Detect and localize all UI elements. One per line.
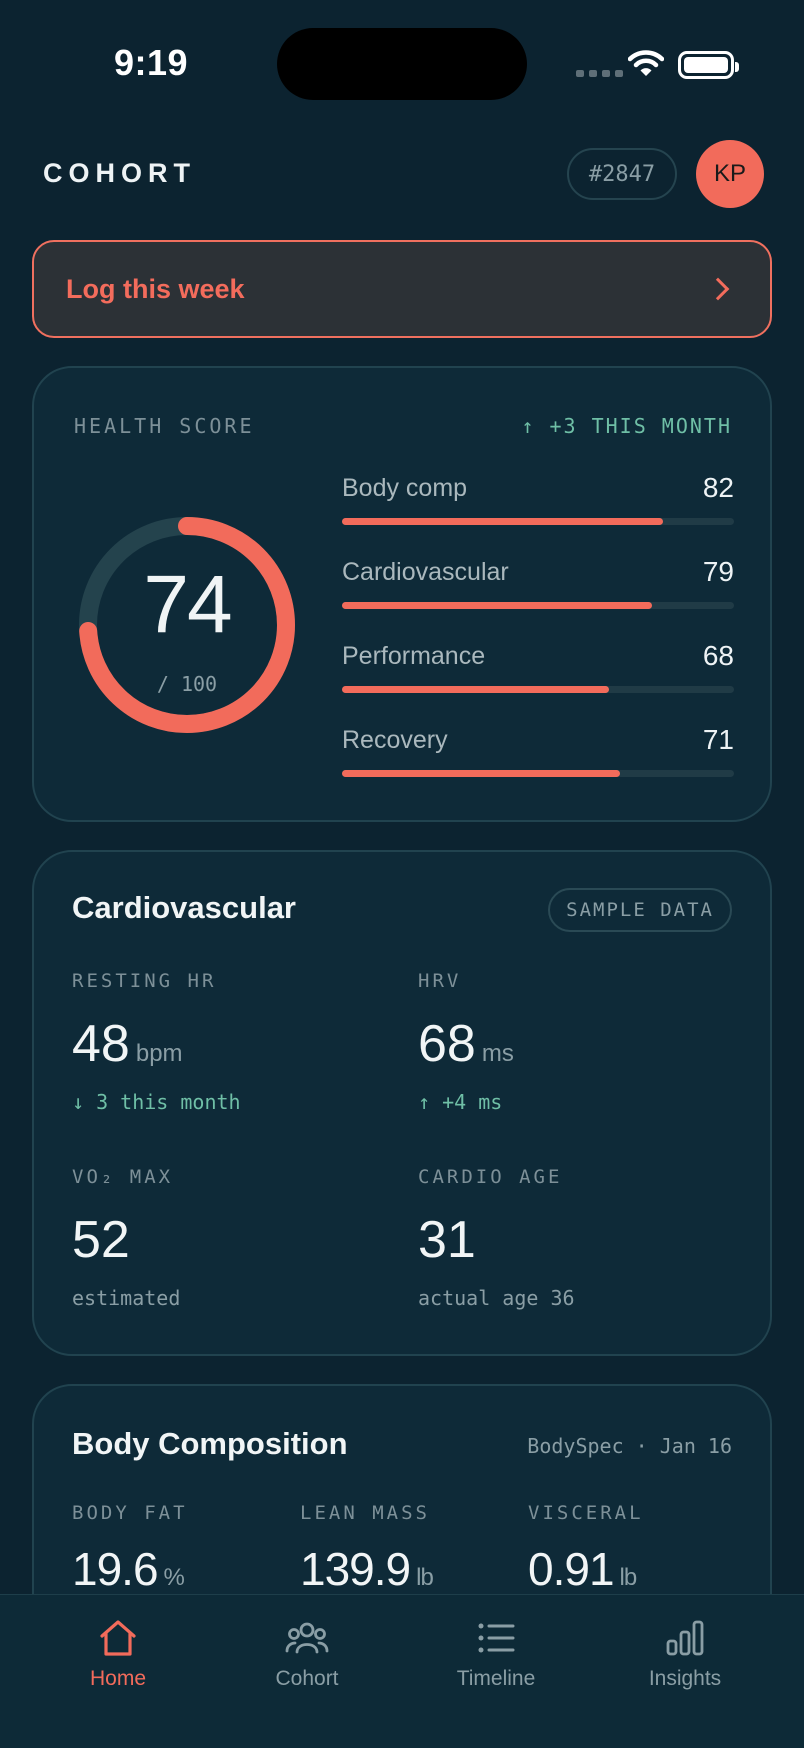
stat-vo2-max: VO₂ MAX 52 estimated (72, 1166, 392, 1310)
stat-hrv: HRV 68 ms ↑ +4 ms (418, 970, 738, 1114)
member-id-badge: #2847 (567, 148, 677, 200)
metric-bar (342, 686, 734, 693)
metric-bar (342, 518, 734, 525)
metric-name: Recovery (342, 726, 448, 754)
metric-recovery[interactable]: Recovery 71 (342, 724, 734, 810)
stat-label: BODY FAT (72, 1502, 188, 1524)
stat-note: estimated (72, 1286, 181, 1310)
battery-icon (678, 51, 739, 79)
stat-cardio-age: CARDIO AGE 31 actual age 36 (418, 1166, 738, 1310)
people-icon (285, 1622, 329, 1654)
tab-timeline[interactable]: Timeline (406, 1595, 586, 1705)
stat-value: 68 ms (418, 1015, 514, 1073)
list-icon (478, 1623, 515, 1653)
stat-label: RESTING HR (72, 970, 217, 992)
cellular-signal-icon (576, 70, 623, 77)
stat-trend: ↓ 3 this month (72, 1090, 241, 1114)
stat-visceral: VISCERAL 0.91 lb (528, 1502, 748, 1596)
health-score-card[interactable]: HEALTH SCORE ↑ +3 THIS MONTH 74 / 100 Bo… (32, 366, 772, 822)
metric-value: 71 (702, 724, 734, 755)
cardiovascular-title: Cardiovascular (72, 890, 296, 925)
dynamic-island (277, 28, 527, 100)
cardiovascular-card[interactable]: Cardiovascular SAMPLE DATA RESTING HR 48… (32, 850, 772, 1356)
tab-label: Insights (648, 1667, 722, 1690)
stat-trend: ↑ +4 ms (418, 1090, 503, 1114)
stat-body-fat: BODY FAT 19.6% (72, 1502, 292, 1596)
wifi-icon (627, 50, 665, 83)
metric-name: Body comp (342, 474, 468, 502)
tab-insights[interactable]: Insights (595, 1595, 775, 1705)
metric-name: Cardiovascular (342, 558, 509, 586)
health-score-delta: ↑ +3 THIS MONTH (521, 414, 732, 438)
status-bar: 9:19 (0, 0, 804, 120)
metric-cardiovascular[interactable]: Cardiovascular 79 (342, 556, 734, 642)
chevron-right-icon (706, 277, 730, 301)
sample-data-badge: SAMPLE DATA (548, 888, 732, 932)
stat-unit: lb (416, 1564, 434, 1591)
stat-label: VISCERAL (528, 1502, 644, 1524)
stat-label: HRV (418, 970, 462, 992)
health-score-title: HEALTH SCORE (74, 414, 255, 438)
metric-body-comp[interactable]: Body comp 82 (342, 472, 734, 558)
tab-bar: Home Cohort Timeline Insights (0, 1594, 804, 1748)
metric-bar-fill (342, 770, 621, 777)
stat-value: 0.91 lb (528, 1543, 638, 1595)
tab-home[interactable]: Home (28, 1595, 208, 1705)
metric-name: Performance (342, 642, 486, 670)
log-this-week-button[interactable]: Log this week (32, 240, 772, 338)
tab-label: Home (89, 1667, 147, 1690)
body-composition-source: BodySpec · Jan 16 (527, 1434, 732, 1458)
tab-label: Timeline (456, 1667, 536, 1690)
stat-unit: ms (481, 1040, 514, 1067)
stat-value: 31 (418, 1211, 476, 1269)
stat-lean-mass: LEAN MASS 139.9 lb (300, 1502, 520, 1596)
tab-label: Cohort (275, 1667, 339, 1690)
stat-label: LEAN MASS (300, 1502, 430, 1524)
app-brand: COHORT (43, 158, 196, 188)
metric-bar (342, 770, 734, 777)
metric-value: 68 (702, 640, 734, 671)
tab-cohort[interactable]: Cohort (217, 1595, 397, 1705)
health-score-out-of: / 100 (156, 672, 218, 696)
metric-performance[interactable]: Performance 68 (342, 640, 734, 726)
metric-bar-fill (342, 602, 652, 609)
stat-value: 52 (72, 1211, 130, 1269)
health-score-value: 74 (143, 559, 232, 650)
body-composition-title: Body Composition (72, 1426, 348, 1461)
stat-value: 48 bpm (72, 1015, 183, 1073)
status-time: 9:19 (114, 42, 189, 83)
stat-label: VO₂ MAX (72, 1166, 174, 1188)
stat-unit: lb (619, 1564, 638, 1591)
stat-resting-hr: RESTING HR 48 bpm ↓ 3 this month (72, 970, 392, 1114)
avatar[interactable]: KP (696, 140, 764, 208)
metric-bar (342, 602, 734, 609)
metric-value: 79 (702, 556, 734, 587)
health-score-gauge: 74 / 100 (76, 514, 298, 736)
stat-unit: bpm (135, 1040, 183, 1067)
metric-bar-fill (342, 518, 664, 525)
stat-label: CARDIO AGE (418, 1166, 563, 1188)
stat-value: 19.6% (72, 1543, 185, 1595)
stat-unit: % (163, 1564, 185, 1591)
bar-chart-icon (666, 1620, 704, 1656)
metric-bar-fill (342, 686, 609, 693)
home-icon (100, 1620, 136, 1656)
log-this-week-label: Log this week (66, 273, 245, 304)
health-score-metrics: Body comp 82 Cardiovascular 79 Performan… (342, 472, 734, 810)
stat-value: 139.9 lb (300, 1543, 434, 1595)
metric-value: 82 (702, 472, 734, 503)
stat-note: actual age 36 (418, 1286, 575, 1310)
